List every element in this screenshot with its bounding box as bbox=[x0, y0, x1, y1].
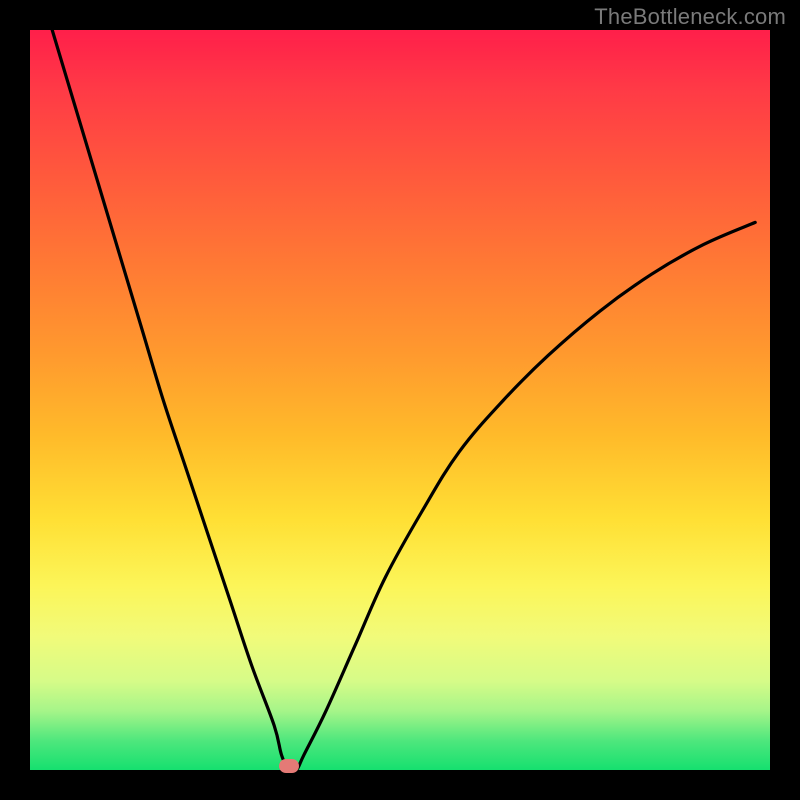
plot-area bbox=[30, 30, 770, 770]
bottleneck-curve bbox=[52, 30, 755, 772]
curve-svg bbox=[30, 30, 770, 770]
minimum-marker bbox=[279, 759, 299, 773]
watermark-text: TheBottleneck.com bbox=[594, 4, 786, 30]
chart-frame: TheBottleneck.com bbox=[0, 0, 800, 800]
